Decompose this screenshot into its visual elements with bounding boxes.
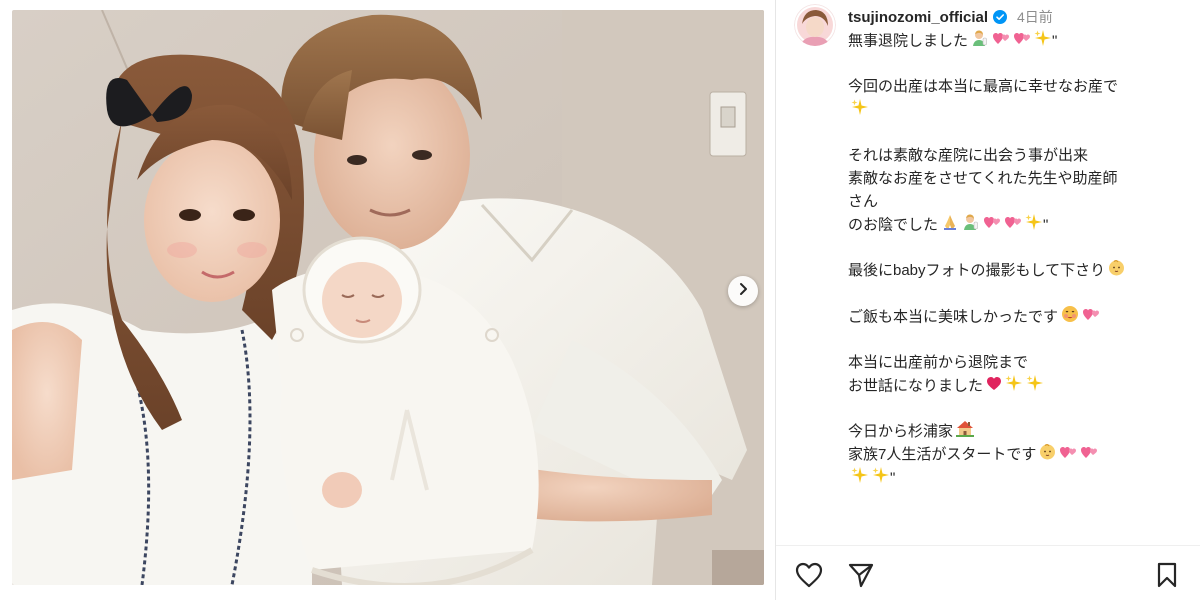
caption-text: 無事退院しました	[848, 32, 969, 50]
hearts-icon	[1080, 444, 1098, 467]
caption-line	[848, 98, 1188, 121]
caption-text: 素敵なお産をさせてくれた先生や助産師	[848, 170, 1118, 187]
caption-text: 家族7人生活がスタートです	[848, 446, 1037, 463]
caption-text: 今回の出産は本当に最高に幸せなお産で	[848, 78, 1119, 95]
caption-line: 今日から杉浦家	[848, 420, 1188, 443]
sparkles-icon	[872, 466, 890, 491]
caption-line	[848, 282, 1188, 305]
like-button[interactable]	[794, 562, 824, 592]
instagram-post-view: tsujinozomi_official 4日前 無事退院しました " 今回の出産は…	[0, 0, 1200, 600]
action-bar	[776, 546, 1200, 600]
sparkles-icon	[1005, 374, 1023, 399]
bookmark-icon	[1156, 562, 1178, 593]
username-link[interactable]: tsujinozomi_official	[848, 9, 988, 26]
baby-face-icon	[1039, 443, 1056, 467]
caption-line: ご飯も本当に美味しかったです	[848, 305, 1188, 328]
baby-bottle-woman-icon	[962, 213, 980, 238]
sparkles-icon	[851, 466, 869, 491]
caption-line	[848, 328, 1188, 351]
sparkles-icon	[1025, 213, 1043, 238]
save-button[interactable]	[1152, 562, 1182, 592]
caption-text: 本当に出産前から退院まで	[848, 354, 1029, 371]
caption-text: お世話になりました	[848, 377, 984, 395]
post-caption: 無事退院しました " 今回の出産は本当に最高に幸せなお産で それは素敵な産院に出会う事…	[848, 29, 1188, 489]
caption-line: 家族7人生活がスタートです	[848, 443, 1188, 466]
caption-line: 今回の出産は本当に最高に幸せなお産で	[848, 75, 1188, 98]
sparkles-icon	[851, 98, 869, 123]
post-timestamp[interactable]: 4日前	[1017, 7, 1053, 27]
caption-panel: tsujinozomi_official 4日前 無事退院しました " 今回の出産は…	[776, 0, 1200, 600]
hearts-icon	[992, 30, 1010, 53]
caption-suffix: "	[1043, 216, 1049, 234]
folded-hands-icon	[941, 213, 959, 238]
hearts-icon	[1013, 30, 1031, 53]
caption-line: のお陰でした "	[848, 213, 1188, 236]
caption-suffix: "	[890, 469, 896, 487]
verified-badge-icon	[993, 10, 1008, 24]
caption-line: 最後にbabyフォトの撮影もして下さり	[848, 259, 1188, 282]
caption-text: さん	[848, 193, 879, 210]
caption-line	[848, 397, 1188, 420]
post-photo[interactable]	[12, 10, 764, 585]
hearts-icon	[1059, 444, 1077, 467]
share-button[interactable]	[846, 562, 876, 592]
caption-line: さん	[848, 190, 1188, 213]
caption-text: ご飯も本当に美味しかったです	[848, 308, 1059, 326]
hearts-icon	[1082, 306, 1100, 329]
media-panel	[0, 0, 775, 600]
caption-text: のお陰でした	[848, 216, 939, 234]
caption-text: 今日から杉浦家	[848, 423, 954, 440]
sparkles-icon	[1034, 29, 1052, 54]
baby-face-icon	[1108, 259, 1125, 283]
caption-line	[848, 121, 1188, 144]
caption-line: お世話になりました	[848, 374, 1188, 397]
yum-face-icon	[1061, 305, 1079, 330]
house-icon	[956, 420, 975, 444]
caption-text: 最後にbabyフォトの撮影もして下さり	[848, 262, 1106, 279]
caption-text: それは素敵な産院に出会う事が出来	[848, 147, 1089, 164]
caption-line: 無事退院しました "	[848, 29, 1188, 52]
caption-line: 素敵なお産をさせてくれた先生や助産師	[848, 167, 1188, 190]
caption-line	[848, 52, 1188, 75]
paper-plane-icon	[848, 562, 874, 593]
caption-line: 本当に出産前から退院まで	[848, 351, 1188, 374]
red-heart-icon	[986, 375, 1002, 398]
next-slide-button[interactable]	[728, 276, 758, 306]
baby-bottle-woman-icon	[971, 29, 989, 54]
sparkles-icon	[1026, 374, 1044, 399]
caption-suffix: "	[1052, 32, 1058, 50]
hearts-icon	[983, 214, 1001, 237]
chevron-right-icon	[736, 282, 750, 301]
avatar[interactable]	[794, 4, 836, 46]
caption-line: それは素敵な産院に出会う事が出来	[848, 144, 1188, 167]
caption-line: "	[848, 466, 1188, 489]
caption-line	[848, 236, 1188, 259]
heart-outline-icon	[795, 562, 823, 593]
hearts-icon	[1004, 214, 1022, 237]
